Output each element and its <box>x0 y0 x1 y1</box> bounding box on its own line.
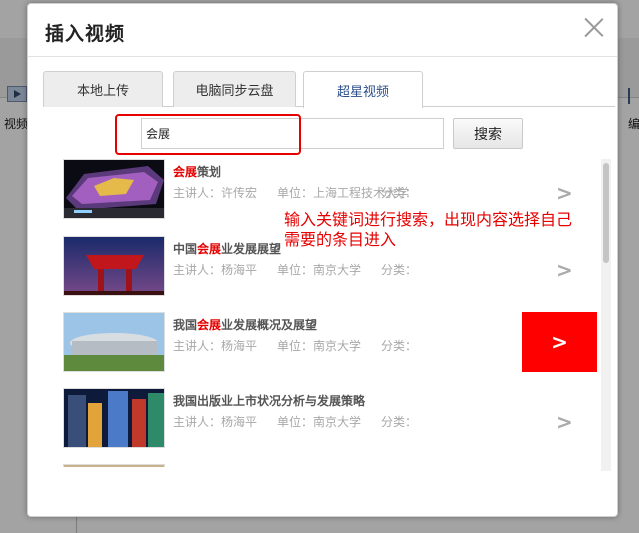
result-unit: 单位：南京大学 <box>277 339 362 353</box>
video-thumbnail <box>63 388 165 448</box>
tab-chaoxing-video[interactable]: 超星视频 <box>303 71 423 108</box>
dialog-title: 插入视频 <box>45 23 126 45</box>
result-category: 分类： <box>381 339 418 353</box>
list-item[interactable] <box>56 464 596 467</box>
close-icon[interactable] <box>583 16 605 38</box>
result-title: 我国出版业上市状况分析与发展策略 <box>173 394 366 408</box>
result-lecturer: 主讲人：杨海平 <box>173 339 258 353</box>
result-title: 我国会展业发展概况及展望 <box>173 318 318 332</box>
tab-local-upload[interactable]: 本地上传 <box>43 71 163 107</box>
result-category: 分类： <box>381 415 418 429</box>
result-unit: 单位：南京大学 <box>277 415 362 429</box>
result-title: 会展策划 <box>173 165 222 179</box>
results-scrollbar[interactable] <box>601 159 611 471</box>
keyword-highlight: 会展 <box>197 318 222 332</box>
result-category: 分类： <box>381 186 418 200</box>
tab-bar: 本地上传 电脑同步云盘 超星视频 <box>43 71 615 108</box>
search-input[interactable] <box>141 118 444 149</box>
chevron-right-icon[interactable]: > <box>556 258 573 282</box>
search-button[interactable]: 搜索 <box>453 118 523 149</box>
video-thumbnail <box>63 312 165 372</box>
result-title: 中国会展业发展展望 <box>173 242 282 256</box>
video-thumbnail <box>63 236 165 296</box>
result-lecturer: 主讲人：杨海平 <box>173 415 258 429</box>
results-list: 会展策划 主讲人：许传宏 单位：上海工程技术大学 分类： > 中国会展业发展展望… <box>56 154 608 467</box>
chevron-right-icon[interactable]: > <box>556 410 573 434</box>
result-lecturer: 主讲人：杨海平 <box>173 263 258 277</box>
edit-tool[interactable]: 编 <box>622 82 639 132</box>
insert-video-dialog: 插入视频 本地上传 电脑同步云盘 超星视频 搜索 会展策划 主讲人：许传宏 <box>27 3 618 517</box>
title-divider <box>28 56 617 57</box>
edit-icon <box>628 88 638 104</box>
result-category: 分类： <box>381 263 418 277</box>
enter-arrow-button[interactable]: > <box>522 312 597 372</box>
video-icon <box>7 86 27 102</box>
keyword-highlight: 会展 <box>197 242 222 256</box>
chevron-right-icon[interactable]: > <box>556 181 573 205</box>
tab-cloud-sync[interactable]: 电脑同步云盘 <box>173 71 296 107</box>
result-lecturer: 主讲人：许传宏 <box>173 186 258 200</box>
scroll-thumb[interactable] <box>603 163 609 263</box>
video-thumbnail <box>63 159 165 219</box>
result-unit: 单位：南京大学 <box>277 263 362 277</box>
keyword-highlight: 会展 <box>173 165 198 179</box>
video-thumbnail <box>63 464 165 467</box>
list-item[interactable]: 我国出版业上市状况分析与发展策略 主讲人：杨海平 单位：南京大学 分类： > <box>56 388 596 450</box>
annotation-note: 输入关键词进行搜索，出现内容选择自己需要的条目进入 <box>284 210 573 249</box>
list-item[interactable]: 我国会展业发展概况及展望 主讲人：杨海平 单位：南京大学 分类： <box>56 312 596 374</box>
edit-tool-label: 编 <box>628 117 639 131</box>
video-tool-label: 视频 <box>4 117 29 131</box>
